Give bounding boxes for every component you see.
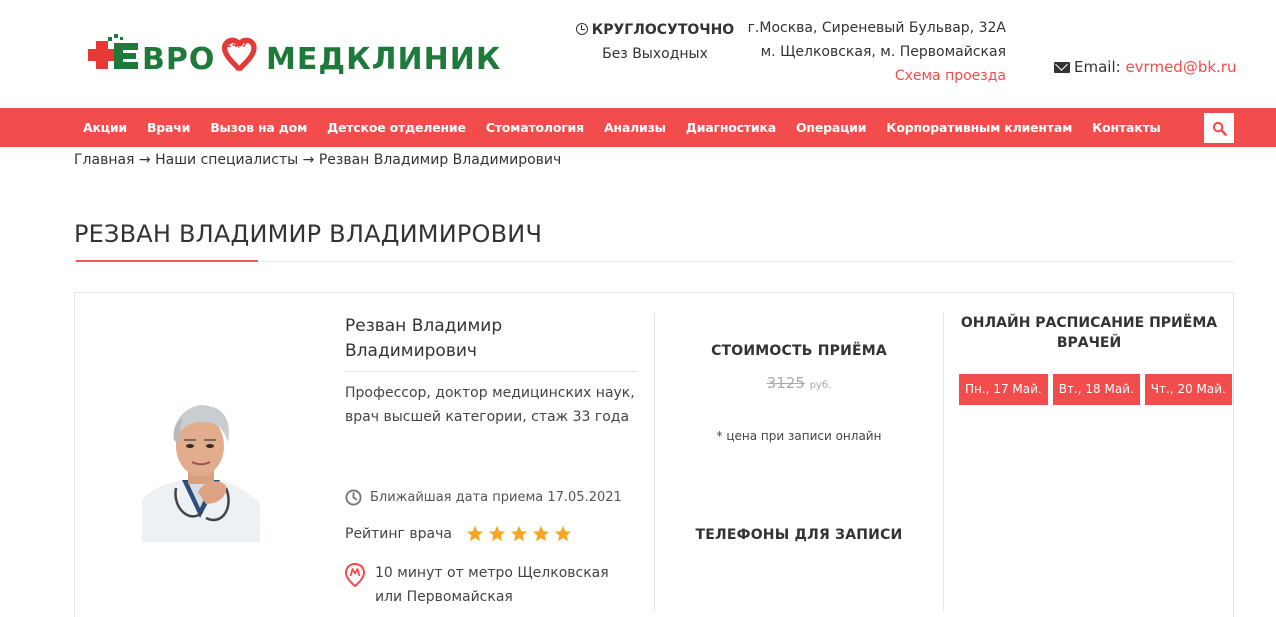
star-icon — [554, 525, 572, 542]
nav-item-contacts[interactable]: Контакты — [1082, 120, 1171, 135]
price-title: СТОИМОСТЬ ПРИЁМА — [711, 343, 887, 359]
phones-title: ТЕЛЕФОНЫ ДЛЯ ЗАПИСИ — [695, 527, 903, 543]
site-logo[interactable]: ВРО 24/7 МЕДКЛИНИК — [86, 33, 528, 77]
doctor-description: Профессор, доктор медицинских наук, врач… — [345, 385, 635, 425]
site-header: ВРО 24/7 МЕДКЛИНИК КРУГЛОСУТОЧНО Без Вых… — [0, 0, 1276, 108]
star-icon — [510, 525, 528, 542]
doctor-card: Резван Владимир Владимирович Профессор, … — [74, 292, 1234, 617]
envelope-icon — [1054, 62, 1070, 73]
logo-graphic: ВРО 24/7 МЕДКЛИНИК — [88, 34, 501, 77]
nav-item-diagnostics[interactable]: Диагностика — [676, 120, 786, 135]
day-button-mon[interactable]: Пн., 17 Май. — [959, 374, 1048, 405]
nearest-date-text: Ближайшая дата приема 17.05.2021 — [370, 490, 622, 505]
old-price: 3125 руб. — [655, 374, 943, 392]
nav-item-surgery[interactable]: Операции — [786, 120, 876, 135]
breadcrumb[interactable]: Главная → Наши специалисты → Резван Влад… — [74, 150, 561, 170]
search-button[interactable] — [1204, 113, 1234, 143]
email-block: Email: evrmed@bk.ru — [1054, 58, 1236, 76]
doctor-photo — [142, 400, 260, 542]
metro-info: 10 минут от метро Щелковская или Первома… — [345, 561, 635, 609]
price-note: * цена при записи онлайн — [716, 429, 882, 443]
schedule-days: Пн., 17 Май. Вт., 18 Май. Чт., 20 Май. — [959, 374, 1237, 405]
page-title: РЕЗВАН ВЛАДИМИР ВЛАДИМИРОВИЧ — [74, 220, 543, 248]
clock-icon — [345, 489, 362, 506]
star-icon — [466, 525, 484, 542]
nav-item-home-visit[interactable]: Вызов на дом — [200, 120, 317, 135]
nav-item-doctors[interactable]: Врачи — [137, 120, 200, 135]
svg-text:ВРО: ВРО — [142, 42, 215, 77]
star-icon — [488, 525, 506, 542]
address-block: г.Москва, Сиреневый Бульвар, 32А м. Щелк… — [740, 16, 1006, 88]
rating-stars — [466, 525, 576, 543]
metro-text: 10 минут от метро Щелковская или Первома… — [375, 565, 609, 605]
day-button-tue[interactable]: Вт., 18 Май. — [1052, 374, 1140, 405]
nav-item-children[interactable]: Детское отделение — [317, 120, 476, 135]
nav-item-dentistry[interactable]: Стоматология — [476, 120, 594, 135]
day-button-thu[interactable]: Чт., 20 Май. — [1144, 374, 1232, 405]
doctor-name: Резван Владимир Владимирович — [345, 316, 503, 361]
nav-item-corporate[interactable]: Корпоративным клиентам — [876, 120, 1082, 135]
schedule-title: ОНЛАЙН РАСПИСАНИЕ ПРИЁМА ВРАЧЕЙ — [960, 315, 1218, 351]
rating-label: Рейтинг врача — [345, 526, 452, 542]
clock-icon — [575, 23, 588, 35]
main-nav: Акции Врачи Вызов на дом Детское отделен… — [0, 108, 1276, 147]
nav-item-tests[interactable]: Анализы — [594, 120, 676, 135]
route-map-link[interactable]: Схема проезда — [740, 64, 1006, 88]
search-icon — [1212, 121, 1227, 136]
email-link[interactable]: evrmed@bk.ru — [1125, 58, 1236, 76]
svg-text:24/7: 24/7 — [226, 40, 249, 50]
star-icon — [532, 525, 550, 542]
address-line: г.Москва, Сиреневый Бульвар, 32А — [747, 20, 1006, 36]
old-price-value: 3125 — [766, 374, 805, 392]
old-price-currency: руб. — [809, 380, 832, 391]
svg-text:МЕДКЛИНИК: МЕДКЛИНИК — [266, 42, 501, 77]
hours-sub: Без Выходных — [602, 46, 708, 62]
metro-line: м. Щелковская, м. Первомайская — [760, 44, 1006, 60]
column-divider — [943, 313, 944, 611]
nearest-appointment: Ближайшая дата приема 17.05.2021 — [345, 489, 622, 506]
name-divider — [345, 371, 637, 372]
nav-item-promotions[interactable]: Акции — [73, 120, 137, 135]
doctor-portrait-image — [142, 400, 260, 542]
metro-pin-icon — [345, 563, 365, 587]
working-hours: КРУГЛОСУТОЧНО Без Выходных — [560, 18, 750, 66]
email-label: Email: — [1074, 58, 1121, 76]
doctor-rating: Рейтинг врача — [345, 525, 576, 543]
hours-title: КРУГЛОСУТОЧНО — [591, 22, 735, 38]
title-accent-line — [76, 260, 258, 262]
